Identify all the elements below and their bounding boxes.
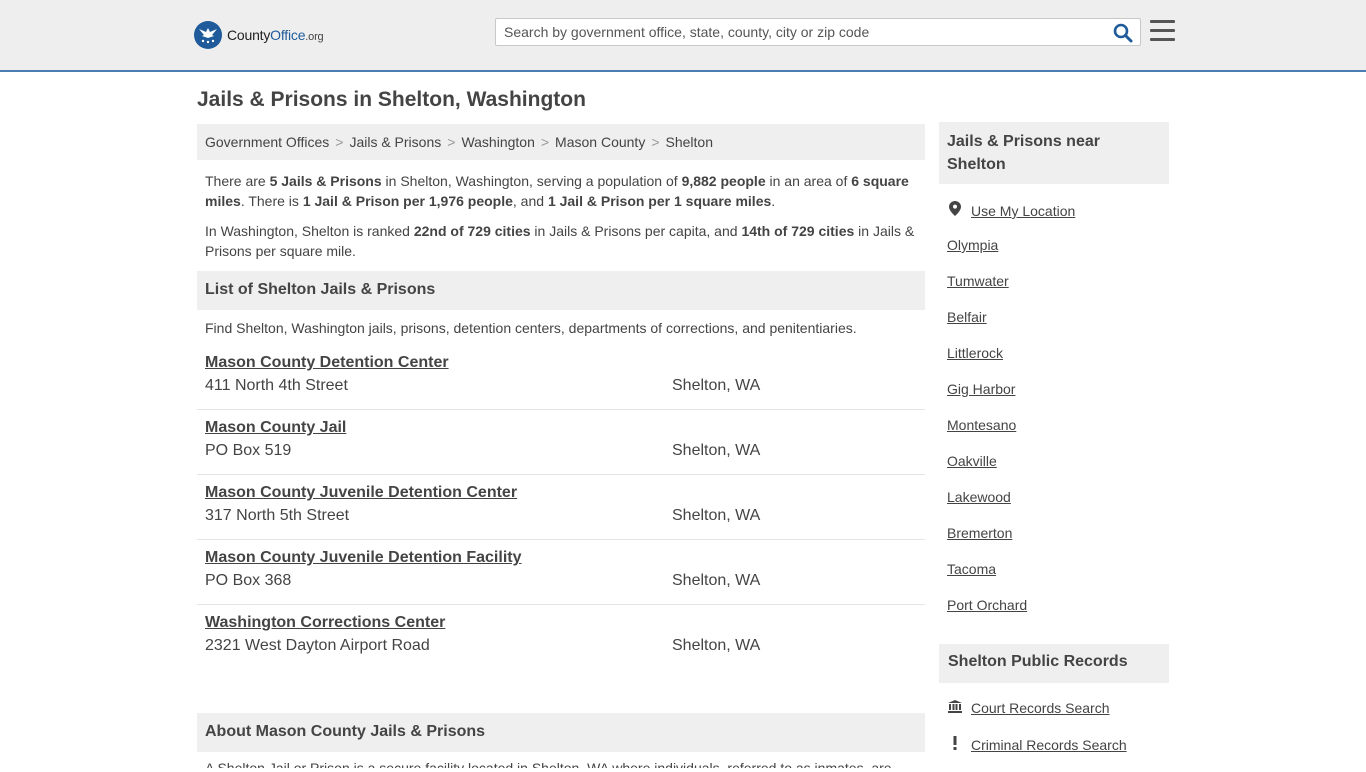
facility-city: Shelton, WA (672, 442, 761, 459)
intro-stat-per-area: 1 Jail & Prison per 1 square miles (547, 193, 772, 209)
sidebar: Jails & Prisons near Shelton Use My Loca… (939, 122, 1169, 633)
use-my-location-link[interactable]: Use My Location (947, 201, 1161, 237)
list-item: Mason County Juvenile Detention Center 3… (197, 475, 925, 540)
intro-text-run: . (771, 193, 776, 209)
breadcrumb: Government Offices > Jails & Prisons > Washi… (197, 124, 925, 160)
nearby-city-link-oakville[interactable]: Oakville (947, 453, 1161, 489)
nearby-city-link-tumwater[interactable]: Tumwater (947, 273, 1161, 309)
intro-text-run: In Washington, Shelton is ranked (205, 223, 414, 239)
facility-address: PO Box 368 (205, 572, 292, 589)
sidebar-records-heading: Shelton Public Records (939, 644, 1169, 683)
search-box (495, 18, 1141, 46)
intro-text-run: , and (512, 193, 548, 209)
main-content: Government Offices > Jails & Prisons > Washi… (197, 124, 925, 670)
courthouse-icon (947, 700, 963, 716)
breadcrumb-shelton[interactable]: Shelton (666, 134, 713, 150)
facility-address: 411 North 4th Street (205, 377, 348, 394)
search-input[interactable] (496, 19, 1106, 45)
location-pin-icon (947, 201, 963, 219)
intro-paragraph-stats: There are 5 Jails & Prisons in Shelton, … (205, 171, 917, 211)
breadcrumb-washington[interactable]: Washington (461, 134, 534, 150)
facility-city: Shelton, WA (672, 507, 761, 524)
list-item: Mason County Juvenile Detention Facility… (197, 540, 925, 605)
intro-rank-capita: 22nd of 729 cities (413, 223, 531, 239)
facility-name-link[interactable]: Mason County Juvenile Detention Center (205, 484, 517, 502)
menu-icon-bar (1150, 38, 1175, 41)
facility-name-link[interactable]: Washington Corrections Center (205, 614, 445, 632)
facility-city: Shelton, WA (672, 377, 761, 394)
facility-name-link[interactable]: Mason County Detention Center (205, 354, 449, 372)
intro-text: There are 5 Jails & Prisons in Shelton, … (197, 160, 925, 261)
criminal-records-search-label: Criminal Records Search (971, 737, 1127, 753)
intro-paragraph-ranking: In Washington, Shelton is ranked 22nd of… (205, 221, 917, 261)
exclamation-icon (947, 736, 963, 753)
nearby-city-link-bremerton[interactable]: Bremerton (947, 525, 1161, 561)
nearby-city-link-gig-harbor[interactable]: Gig Harbor (947, 381, 1161, 417)
nearby-city-link-port-orchard[interactable]: Port Orchard (947, 597, 1161, 633)
breadcrumb-separator: > (651, 134, 660, 150)
breadcrumb-separator: > (447, 134, 456, 150)
use-my-location-label: Use My Location (971, 203, 1076, 219)
intro-rank-area: 14th of 729 cities (741, 223, 855, 239)
facility-address: PO Box 519 (205, 442, 292, 459)
facility-city: Shelton, WA (672, 572, 761, 589)
breadcrumb-jails-prisons[interactable]: Jails & Prisons (349, 134, 441, 150)
sidebar-records-list: Court Records Search Criminal Records Se… (947, 700, 1169, 772)
sidebar-nearby-list: Use My Location Olympia Tumwater Belfair… (939, 184, 1169, 633)
breadcrumb-separator: > (540, 134, 550, 150)
list-section-description: Find Shelton, Washington jails, prisons,… (205, 320, 857, 336)
sidebar-nearby-heading: Jails & Prisons near Shelton (939, 122, 1169, 184)
menu-icon-bar (1150, 20, 1175, 23)
nearby-city-link-tacoma[interactable]: Tacoma (947, 561, 1161, 597)
intro-stat-count: 5 Jails & Prisons (269, 173, 382, 189)
about-section-text: A Shelton Jail or Prison is a secure fac… (205, 760, 892, 768)
logo-wordmark: CountyOffice.org (227, 27, 324, 43)
criminal-records-search-link[interactable]: Criminal Records Search (947, 736, 1169, 772)
court-records-search-label: Court Records Search (971, 700, 1110, 716)
intro-text-run: There are (205, 173, 270, 189)
list-section-heading: List of Shelton Jails & Prisons (197, 271, 925, 310)
nearby-city-link-olympia[interactable]: Olympia (947, 237, 1161, 273)
logo-text-suffix: .org (305, 31, 324, 43)
facility-city: Shelton, WA (672, 637, 761, 654)
facility-address: 2321 West Dayton Airport Road (205, 637, 430, 654)
intro-stat-per-people: 1 Jail & Prison per 1,976 people (302, 193, 513, 209)
intro-stat-population: 9,882 people (681, 173, 766, 189)
search-button[interactable] (1112, 22, 1134, 44)
intro-text-run: in Jails & Prisons per capita, and (530, 223, 742, 239)
court-records-search-link[interactable]: Court Records Search (947, 700, 1169, 736)
facility-name-link[interactable]: Mason County Juvenile Detention Facility (205, 549, 522, 567)
hamburger-menu-button[interactable] (1150, 20, 1175, 42)
logo-eagle-icon (194, 21, 222, 49)
top-header: CountyOffice.org (0, 0, 1366, 72)
breadcrumb-separator: > (335, 134, 344, 150)
list-item: Mason County Detention Center 411 North … (197, 345, 925, 410)
facility-list: Mason County Detention Center 411 North … (197, 345, 925, 670)
nearby-city-link-belfair[interactable]: Belfair (947, 309, 1161, 345)
nearby-city-link-lakewood[interactable]: Lakewood (947, 489, 1161, 525)
nearby-city-link-littlerock[interactable]: Littlerock (947, 345, 1161, 381)
nearby-city-link-montesano[interactable]: Montesano (947, 417, 1161, 453)
logo-text-accent: Office (270, 27, 306, 43)
intro-text-run: in an area of (765, 173, 852, 189)
list-item: Washington Corrections Center 2321 West … (197, 605, 925, 670)
site-logo[interactable]: CountyOffice.org (194, 20, 324, 50)
search-icon (1113, 23, 1133, 43)
breadcrumb-government-offices[interactable]: Government Offices (205, 134, 329, 150)
facility-address: 317 North 5th Street (205, 507, 350, 524)
intro-text-run: in Shelton, Washington, serving a popula… (381, 173, 682, 189)
about-section-heading: About Mason County Jails & Prisons (197, 713, 925, 752)
breadcrumb-mason-county[interactable]: Mason County (555, 134, 645, 150)
menu-icon-bar (1150, 29, 1175, 32)
intro-text-run: . There is (240, 193, 303, 209)
logo-text-main: County (227, 27, 271, 43)
list-item: Mason County Jail PO Box 519 Shelton, WA (197, 410, 925, 475)
page-title: Jails & Prisons in Shelton, Washington (197, 88, 586, 111)
facility-name-link[interactable]: Mason County Jail (205, 419, 346, 437)
